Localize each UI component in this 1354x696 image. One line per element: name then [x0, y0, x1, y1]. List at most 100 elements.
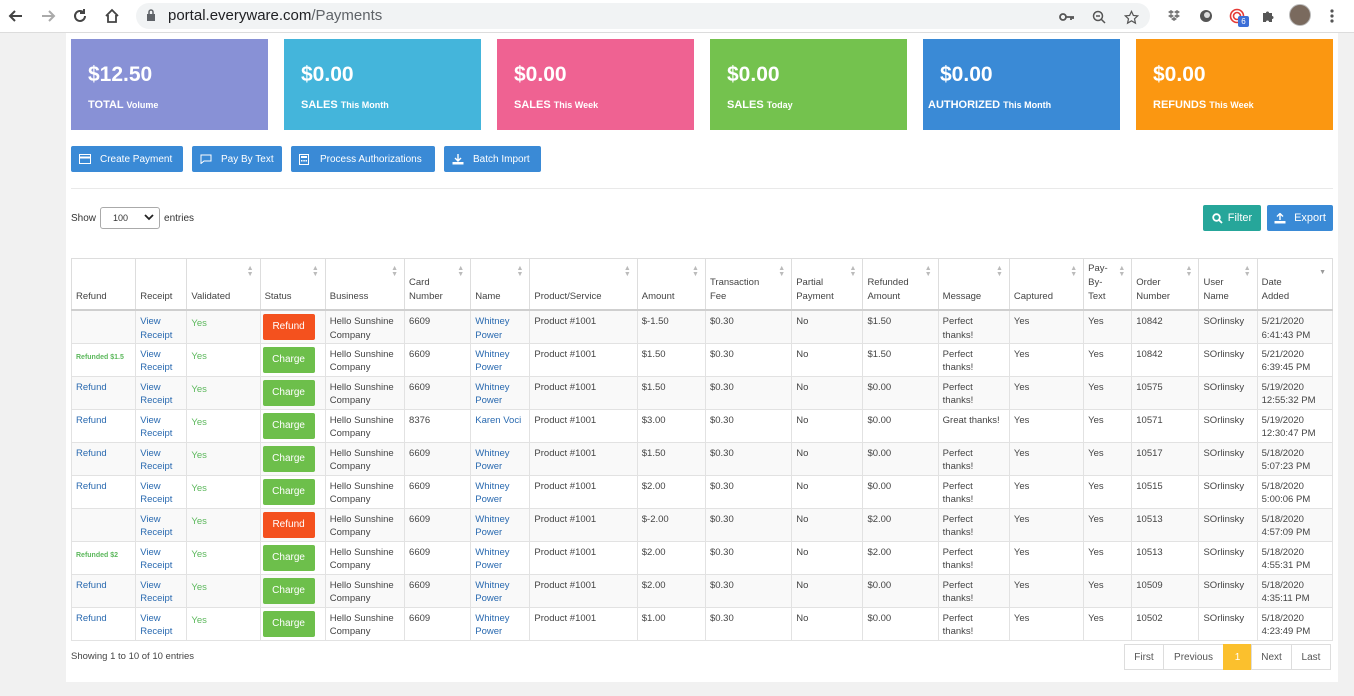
- cell-message: Perfect thanks!: [937, 606, 1010, 641]
- pay-by-text-button[interactable]: Pay By Text: [192, 146, 282, 172]
- column-header-refunded-amount[interactable]: ▲ ▼ Refunded Amount: [862, 258, 939, 311]
- cell-product: Product #1001: [529, 375, 638, 410]
- create-payment-button[interactable]: Create Payment: [71, 146, 183, 172]
- customer-name-link[interactable]: Whitney Power: [475, 481, 509, 506]
- pagination-first[interactable]: First: [1124, 644, 1164, 670]
- filter-button[interactable]: Filter: [1203, 205, 1261, 231]
- column-header-refund[interactable]: Refund: [70, 258, 137, 311]
- pagination-last[interactable]: Last: [1291, 644, 1331, 670]
- sort-icon: ▲ ▼: [1118, 265, 1126, 278]
- view-receipt-link[interactable]: View Receipt: [140, 349, 172, 374]
- column-header-name[interactable]: ▲ ▼ Name: [470, 258, 531, 311]
- view-receipt-link[interactable]: View Receipt: [140, 481, 172, 506]
- cell-user-name: SOrlinsky: [1198, 474, 1258, 509]
- column-header-captured[interactable]: ▲ ▼ Captured: [1008, 258, 1085, 311]
- column-header-receipt[interactable]: Receipt: [135, 258, 188, 311]
- view-receipt-link[interactable]: View Receipt: [140, 580, 172, 605]
- entries-select[interactable]: 100: [100, 207, 161, 229]
- column-header-order-number[interactable]: ▲ ▼ Order Number: [1131, 258, 1200, 311]
- column-header-validated[interactable]: ▲ ▼ Validated: [186, 258, 261, 311]
- cell-validated: Yes: [186, 408, 261, 443]
- cell-refund: [70, 309, 137, 344]
- customer-name-link[interactable]: Whitney Power: [475, 349, 509, 374]
- view-receipt-link[interactable]: View Receipt: [140, 613, 172, 638]
- stat-label-main: REFUNDS: [1153, 99, 1207, 111]
- zoom-icon[interactable]: [1090, 8, 1108, 26]
- customer-name-link[interactable]: Whitney Power: [475, 547, 509, 572]
- customer-name-link[interactable]: Whitney Power: [475, 613, 509, 638]
- status-button[interactable]: Charge: [262, 610, 315, 637]
- column-header-product[interactable]: ▲ ▼ Product/Service: [529, 258, 638, 311]
- view-receipt-link[interactable]: View Receipt: [140, 514, 172, 539]
- pagination-next[interactable]: Next: [1251, 644, 1292, 670]
- cell-business: Hello Sunshine Company: [324, 573, 406, 608]
- cell-captured: Yes: [1008, 408, 1085, 443]
- batch-import-button[interactable]: Batch Import: [444, 146, 541, 172]
- column-header-transaction-fee[interactable]: ▲ ▼ Transaction Fee: [704, 258, 793, 311]
- refund-link[interactable]: Refund: [76, 382, 107, 393]
- customer-name-link[interactable]: Whitney Power: [475, 514, 509, 539]
- divider: [71, 188, 1333, 189]
- refund-link[interactable]: Refund: [76, 415, 107, 426]
- cell-message: Perfect thanks!: [937, 309, 1010, 344]
- status-button[interactable]: Charge: [262, 412, 315, 439]
- refund-link[interactable]: Refund: [76, 448, 107, 459]
- status-button[interactable]: Charge: [262, 478, 315, 505]
- export-button[interactable]: Export: [1267, 205, 1333, 231]
- refund-link[interactable]: Refund: [76, 580, 107, 591]
- status-button[interactable]: Charge: [262, 346, 315, 373]
- column-header-business[interactable]: ▲ ▼ Business: [324, 258, 406, 311]
- column-header-card-number[interactable]: ▲ ▼ Card Number: [404, 258, 472, 311]
- cell-partial-payment: No: [791, 342, 864, 377]
- cell-refund: Refunded $1.5: [70, 342, 137, 377]
- extension-circle-icon[interactable]: [1196, 6, 1216, 26]
- customer-name-link[interactable]: Whitney Power: [475, 580, 509, 605]
- view-receipt-link[interactable]: View Receipt: [140, 316, 172, 341]
- pagination-page-1[interactable]: 1: [1223, 644, 1252, 670]
- view-receipt-link[interactable]: View Receipt: [140, 547, 172, 572]
- sort-icon: ▲ ▼: [391, 265, 399, 278]
- view-receipt-link[interactable]: View Receipt: [140, 448, 172, 473]
- cell-amount: $1.50: [636, 441, 706, 476]
- customer-name-link[interactable]: Whitney Power: [475, 382, 509, 407]
- forward-arrow-icon[interactable]: [36, 4, 60, 28]
- kebab-menu-icon[interactable]: [1322, 6, 1342, 26]
- customer-name-link[interactable]: Karen Voci: [475, 415, 521, 426]
- customer-name-link[interactable]: Whitney Power: [475, 448, 509, 473]
- status-button[interactable]: Refund: [262, 314, 315, 340]
- cell-product: Product #1001: [529, 606, 638, 641]
- bookmark-star-icon[interactable]: [1122, 8, 1140, 26]
- dropbox-icon[interactable]: [1164, 6, 1184, 26]
- status-button[interactable]: Charge: [262, 577, 315, 604]
- refund-link[interactable]: Refund: [76, 613, 107, 624]
- column-header-amount[interactable]: ▲ ▼ Amount: [636, 258, 706, 311]
- column-header-message[interactable]: ▲ ▼ Message: [937, 258, 1010, 311]
- status-button[interactable]: Charge: [262, 445, 315, 472]
- column-header-pay-by-text[interactable]: ▲ ▼ Pay- By- Text: [1083, 258, 1133, 311]
- home-icon[interactable]: [100, 4, 124, 28]
- cell-validated: Yes: [186, 309, 261, 344]
- table-header-row: Refund Receipt ▲ ▼ Validated ▲ ▼ Status ▲ ▼ Bu…: [70, 258, 1334, 311]
- reload-icon[interactable]: [68, 4, 92, 28]
- process-authorizations-button[interactable]: Process Authorizations: [291, 146, 435, 172]
- pagination-previous[interactable]: Previous: [1163, 644, 1224, 670]
- profile-avatar[interactable]: [1289, 4, 1311, 26]
- column-header-date-added[interactable]: ▼ Date Added: [1256, 258, 1334, 311]
- calculator-icon: [299, 154, 311, 165]
- cell-order-number: 10842: [1131, 309, 1200, 344]
- back-arrow-icon[interactable]: [4, 4, 28, 28]
- view-receipt-link[interactable]: View Receipt: [140, 382, 172, 407]
- refund-link[interactable]: Refund: [76, 481, 107, 492]
- stat-amount: $12.50: [88, 63, 153, 86]
- column-header-user-name[interactable]: ▲ ▼ User Name: [1198, 258, 1258, 311]
- status-button[interactable]: Charge: [262, 379, 315, 406]
- puzzle-icon[interactable]: [1258, 6, 1278, 26]
- status-button[interactable]: Charge: [262, 544, 315, 571]
- customer-name-link[interactable]: Whitney Power: [475, 316, 509, 341]
- column-header-partial-payment[interactable]: ▲ ▼ Partial Payment: [791, 258, 864, 311]
- key-icon[interactable]: [1058, 8, 1076, 26]
- column-header-status[interactable]: ▲ ▼ Status: [259, 258, 326, 311]
- address-bar[interactable]: portal.everyware.com/Payments: [136, 3, 1150, 29]
- status-button[interactable]: Refund: [262, 511, 315, 538]
- view-receipt-link[interactable]: View Receipt: [140, 415, 172, 440]
